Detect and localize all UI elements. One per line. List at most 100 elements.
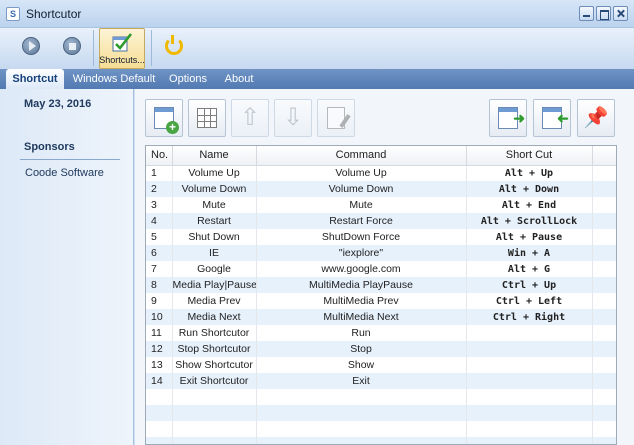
app-icon: S	[6, 7, 20, 21]
empty-cell	[592, 421, 616, 437]
sponsors-heading: Sponsors	[24, 141, 75, 153]
table-row[interactable]: 11 Run Shortcutor Run	[146, 325, 616, 341]
empty-cell	[256, 421, 467, 437]
table-row[interactable]: 4 Restart Restart Force Alt + ScrollLock	[146, 213, 616, 229]
sponsors-divider	[20, 159, 120, 160]
play-button[interactable]	[22, 37, 40, 55]
row-padding	[592, 277, 616, 293]
row-command: Mute	[256, 197, 467, 213]
table-row[interactable]: 13 Show Shortcutor Show	[146, 357, 616, 373]
ribbon-separator	[151, 30, 152, 66]
tab-about[interactable]: About	[218, 69, 260, 89]
export-icon: ➜	[498, 107, 525, 129]
row-command: www.google.com	[256, 261, 467, 277]
stop-button[interactable]	[63, 37, 81, 55]
row-command: MultiMedia Next	[256, 309, 467, 325]
window-controls	[579, 6, 628, 21]
row-padding	[592, 341, 616, 357]
table-row[interactable]: 10 Media Next MultiMedia Next Ctrl + Right	[146, 309, 616, 325]
pin-icon: 📌	[583, 107, 609, 129]
column-header-no[interactable]: No.	[146, 146, 173, 166]
row-number: 10	[146, 309, 173, 325]
table-row[interactable]: 12 Stop Shortcutor Stop	[146, 341, 616, 357]
power-icon	[165, 35, 183, 55]
tab-windows-default[interactable]: Windows Default	[68, 69, 160, 89]
shortcuts-label: Shortcuts...	[99, 55, 145, 65]
pin-button[interactable]: 📌	[577, 99, 615, 137]
add-shortcut-button[interactable]: +	[145, 99, 183, 137]
row-padding	[592, 165, 616, 181]
row-name: Media Prev	[172, 293, 257, 309]
table-row[interactable]: 14 Exit Shortcutor Exit	[146, 373, 616, 389]
row-name: Restart	[172, 213, 257, 229]
tab-options[interactable]: Options	[164, 69, 212, 89]
row-shortcut: Alt + G	[466, 261, 593, 277]
export-button[interactable]: ➜	[489, 99, 527, 137]
table-row[interactable]: 8 Media Play|Pause MultiMedia PlayPause Ctr…	[146, 277, 616, 293]
row-padding	[592, 357, 616, 373]
empty-cell	[172, 421, 257, 437]
row-shortcut: Ctrl + Right	[466, 309, 593, 325]
power-button[interactable]	[165, 35, 183, 55]
column-header-shortcut[interactable]: Short Cut	[466, 146, 593, 166]
table-row[interactable]: 6 IE "iexplore" Win + A	[146, 245, 616, 261]
sponsor-link[interactable]: Coode Software	[25, 167, 104, 179]
edit-button[interactable]	[317, 99, 355, 137]
table-row[interactable]: 9 Media Prev MultiMedia Prev Ctrl + Left	[146, 293, 616, 309]
row-name: IE	[172, 245, 257, 261]
row-shortcut: Alt + Down	[466, 181, 593, 197]
table-body: 1 Volume Up Volume Up Alt + Up 2 Volume Down V…	[146, 165, 616, 444]
empty-cell	[172, 437, 257, 444]
shortcuts-icon	[112, 33, 133, 52]
row-name: Volume Up	[172, 165, 257, 181]
edit-grid-button[interactable]	[188, 99, 226, 137]
empty-row	[146, 437, 616, 444]
table-row[interactable]: 3 Mute Mute Alt + End	[146, 197, 616, 213]
empty-row	[146, 405, 616, 421]
row-padding	[592, 261, 616, 277]
row-padding	[592, 229, 616, 245]
table-row[interactable]: 1 Volume Up Volume Up Alt + Up	[146, 165, 616, 181]
row-number: 6	[146, 245, 173, 261]
import-button[interactable]: ➜	[533, 99, 571, 137]
row-number: 13	[146, 357, 173, 373]
table-row[interactable]: 2 Volume Down Volume Down Alt + Down	[146, 181, 616, 197]
row-name: Exit Shortcutor	[172, 373, 257, 389]
empty-cell	[256, 437, 467, 444]
column-header-blank	[592, 146, 616, 166]
ribbon-separator	[93, 30, 94, 66]
row-name: Stop Shortcutor	[172, 341, 257, 357]
new-document-icon: +	[154, 107, 179, 134]
row-number: 14	[146, 373, 173, 389]
row-command: ShutDown Force	[256, 229, 467, 245]
move-down-button[interactable]: ⇩	[274, 99, 312, 137]
column-header-command[interactable]: Command	[256, 146, 467, 166]
row-number: 3	[146, 197, 173, 213]
empty-cell	[592, 405, 616, 421]
table-row[interactable]: 7 Google www.google.com Alt + G	[146, 261, 616, 277]
row-padding	[592, 309, 616, 325]
pencil-document-icon	[327, 107, 345, 129]
row-number: 2	[146, 181, 173, 197]
row-shortcut: Alt + Pause	[466, 229, 593, 245]
table-row[interactable]: 5 Shut Down ShutDown Force Alt + Pause	[146, 229, 616, 245]
tab-bar: Shortcut Windows Default Options About	[0, 69, 634, 89]
row-command: Restart Force	[256, 213, 467, 229]
empty-cell	[146, 421, 173, 437]
minimize-button[interactable]	[579, 6, 594, 21]
close-button[interactable]	[613, 6, 628, 21]
empty-cell	[256, 389, 467, 405]
ribbon: Shortcuts...	[0, 28, 634, 69]
maximize-button[interactable]	[596, 6, 611, 21]
empty-cell	[466, 389, 593, 405]
column-header-name[interactable]: Name	[172, 146, 257, 166]
row-shortcut: Alt + End	[466, 197, 593, 213]
tab-shortcut[interactable]: Shortcut	[6, 69, 64, 89]
shortcuts-button[interactable]: Shortcuts...	[99, 28, 145, 69]
row-command: "iexplore"	[256, 245, 467, 261]
row-number: 8	[146, 277, 173, 293]
row-number: 5	[146, 229, 173, 245]
row-command: Show	[256, 357, 467, 373]
move-up-button[interactable]: ⇧	[231, 99, 269, 137]
title-bar: S Shortcutor	[0, 0, 634, 28]
